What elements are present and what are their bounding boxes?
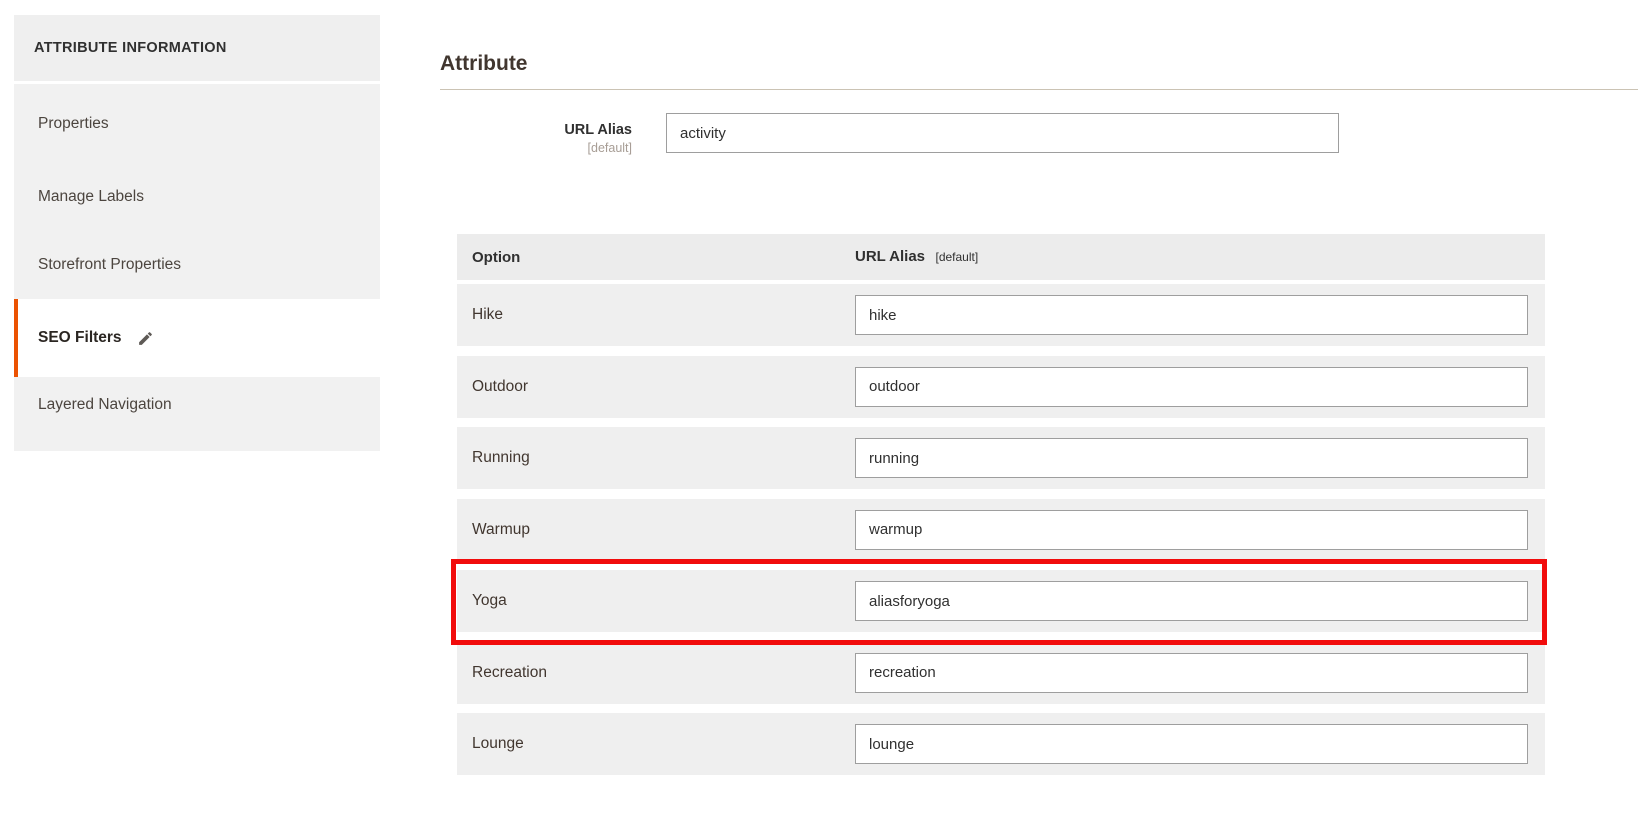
option-label: Hike xyxy=(457,306,855,324)
table-row-recreation: Recreation xyxy=(457,642,1545,704)
options-table: Option URL Alias [default] Hike Outdoor … xyxy=(457,234,1545,775)
option-label: Yoga xyxy=(457,592,855,610)
options-table-header: Option URL Alias [default] xyxy=(457,234,1545,280)
option-label: Recreation xyxy=(457,664,855,682)
url-alias-column-header: URL Alias [default] xyxy=(855,248,978,266)
url-alias-column-title: URL Alias xyxy=(855,248,925,265)
url-alias-input[interactable] xyxy=(666,113,1339,153)
sidebar-item-manage-labels[interactable]: Manage Labels xyxy=(14,163,380,231)
table-row-hike: Hike xyxy=(457,284,1545,346)
url-alias-scope-note: [default] xyxy=(420,141,632,155)
sidebar-items: Properties Manage Labels Storefront Prop… xyxy=(14,84,380,451)
sidebar-item-seo-filters[interactable]: SEO Filters xyxy=(14,299,380,377)
edit-pencil-icon xyxy=(137,330,154,347)
options-table-body: Hike Outdoor Running Warmup Yoga Recreat… xyxy=(457,284,1545,775)
table-row-outdoor: Outdoor xyxy=(457,356,1545,418)
page-title: Attribute xyxy=(440,50,528,77)
option-label: Outdoor xyxy=(457,378,855,396)
table-row-warmup: Warmup xyxy=(457,499,1545,561)
option-url-alias-input[interactable] xyxy=(855,295,1528,335)
option-url-alias-input[interactable] xyxy=(855,438,1528,478)
option-url-alias-input[interactable] xyxy=(855,724,1528,764)
option-label: Running xyxy=(457,449,855,467)
sidebar-header: ATTRIBUTE INFORMATION xyxy=(14,15,380,81)
option-url-alias-input[interactable] xyxy=(855,581,1528,621)
option-column-header: Option xyxy=(457,249,855,266)
sidebar-item-layered-navigation[interactable]: Layered Navigation xyxy=(14,377,380,451)
option-label: Warmup xyxy=(457,521,855,539)
sidebar-item-storefront-properties[interactable]: Storefront Properties xyxy=(14,231,380,299)
attribute-edit-page: ATTRIBUTE INFORMATION Properties Manage … xyxy=(0,0,1644,823)
section-divider xyxy=(440,89,1638,90)
option-url-alias-input[interactable] xyxy=(855,510,1528,550)
url-alias-label: URL Alias xyxy=(420,122,632,138)
option-url-alias-input[interactable] xyxy=(855,653,1528,693)
table-row-lounge: Lounge xyxy=(457,713,1545,775)
url-alias-field-label: URL Alias [default] xyxy=(420,122,632,155)
attribute-information-sidebar: ATTRIBUTE INFORMATION Properties Manage … xyxy=(14,15,380,451)
table-row-running: Running xyxy=(457,427,1545,489)
option-label: Lounge xyxy=(457,735,855,753)
option-url-alias-input[interactable] xyxy=(855,367,1528,407)
sidebar-item-properties[interactable]: Properties xyxy=(14,84,380,163)
table-row-yoga: Yoga xyxy=(457,570,1545,632)
url-alias-column-scope: [default] xyxy=(935,250,978,264)
